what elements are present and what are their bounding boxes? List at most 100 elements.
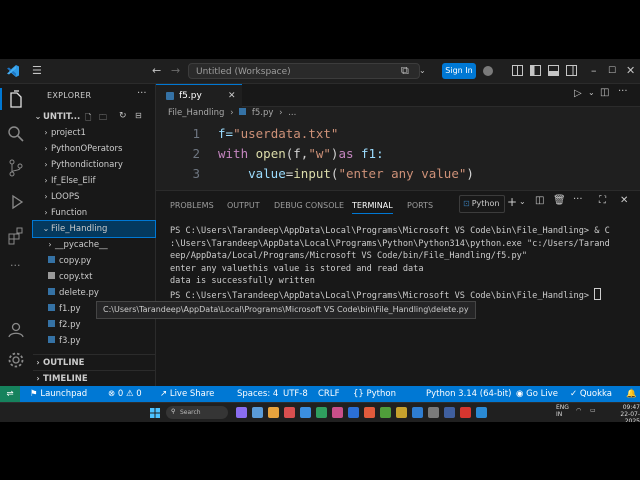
eol-item[interactable]: CRLF	[318, 386, 339, 402]
tree-folder[interactable]: › Function	[33, 205, 155, 221]
toggle-secondary-sidebar-icon[interactable]	[566, 65, 577, 76]
copilot-icon[interactable]: ⧉	[401, 59, 409, 83]
panel-tab-output[interactable]: OUTPUT	[227, 201, 260, 210]
windows-start-icon[interactable]	[150, 408, 160, 418]
code-line[interactable]: 1 f="userdata.txt"	[156, 124, 640, 144]
maximize-panel-icon[interactable]: ⛶	[599, 195, 606, 206]
tree-file[interactable]: delete.py	[33, 285, 155, 301]
network-icon[interactable]: ◠	[576, 407, 581, 414]
tree-file[interactable]: copy.py	[33, 253, 155, 269]
app-icon[interactable]	[396, 407, 407, 418]
notifications-bell-icon[interactable]: 🔔	[626, 386, 637, 402]
app-icon[interactable]	[316, 407, 327, 418]
tree-file[interactable]: f2.py	[33, 317, 155, 333]
toggle-panel-icon[interactable]	[548, 65, 559, 76]
new-terminal-chevron-icon[interactable]: ⌄	[519, 197, 526, 206]
remote-indicator-icon[interactable]: ⇌	[0, 386, 20, 402]
explorer-icon[interactable]	[6, 90, 26, 110]
battery-icon[interactable]: ▭	[590, 407, 596, 414]
language-mode-item[interactable]: {} Python	[353, 386, 396, 402]
quokka-item[interactable]: ✓ Quokka	[570, 386, 612, 402]
tree-folder[interactable]: › LOOPS	[33, 189, 155, 205]
tree-folder[interactable]: › PythonOPerators	[33, 141, 155, 157]
code-line[interactable]: 3 value=input("enter any value")	[156, 164, 640, 184]
chrome-icon[interactable]	[284, 407, 295, 418]
back-arrow-icon[interactable]: ←	[152, 59, 161, 83]
tree-folder[interactable]: ⌄ File_Handling	[32, 220, 156, 238]
refresh-icon[interactable]: ↻	[119, 111, 127, 121]
customize-layout-icon[interactable]	[512, 65, 523, 76]
tree-file[interactable]: f3.py	[33, 333, 155, 349]
breadcrumb-file[interactable]: f5.py	[252, 108, 274, 118]
editor-more-icon[interactable]: ···	[618, 86, 628, 97]
tree-folder[interactable]: › Pythondictionary	[33, 157, 155, 173]
accounts-icon[interactable]	[6, 320, 26, 340]
tree-folder[interactable]: › If_Else_Elif	[33, 173, 155, 189]
source-control-icon[interactable]	[6, 158, 26, 178]
terminal-profile[interactable]: ⊡ Python	[459, 195, 505, 213]
explorer-more-icon[interactable]: ···	[137, 88, 147, 99]
app-icon[interactable]	[332, 407, 343, 418]
tree-file[interactable]: copy.txt	[33, 269, 155, 285]
new-file-icon[interactable]: 🗋	[85, 112, 91, 126]
copilot-chevron-icon[interactable]: ⌄	[419, 59, 426, 83]
app-icon[interactable]	[444, 407, 455, 418]
search-icon[interactable]	[6, 124, 26, 144]
python-interpreter-item[interactable]: Python 3.14 (64-bit)	[426, 386, 511, 402]
app-icon[interactable]	[428, 407, 439, 418]
extensions-icon[interactable]	[6, 226, 26, 246]
app-icon[interactable]	[348, 407, 359, 418]
split-editor-icon[interactable]: ◫	[600, 87, 609, 98]
toggle-primary-sidebar-icon[interactable]	[530, 65, 541, 76]
kill-terminal-icon[interactable]: 🗑	[553, 195, 566, 206]
panel-more-icon[interactable]: ···	[573, 194, 583, 205]
new-terminal-icon[interactable]: +	[507, 195, 517, 209]
breadcrumb-folder[interactable]: File_Handling	[168, 108, 224, 118]
file-explorer-icon[interactable]	[268, 407, 279, 418]
tab-f5[interactable]: f5.py ✕	[156, 84, 242, 107]
edge-icon[interactable]	[300, 407, 311, 418]
live-share-item[interactable]: ↗ Live Share	[160, 386, 214, 402]
maximize-icon[interactable]: ☐	[608, 59, 616, 83]
panel-tab-terminal[interactable]: TERMINAL	[352, 201, 393, 214]
tree-folder[interactable]: › project1	[33, 125, 155, 141]
command-center-search[interactable]: Untitled (Workspace)	[188, 63, 420, 79]
new-folder-icon[interactable]: 🗀	[99, 112, 107, 126]
problems-indicator[interactable]: ⊗ 0 ⚠ 0	[108, 386, 142, 402]
close-tab-icon[interactable]: ✕	[228, 85, 236, 107]
settings-gear-icon[interactable]	[6, 350, 26, 370]
language-indicator[interactable]: ENG IN	[556, 404, 569, 418]
indentation-item[interactable]: Spaces: 4	[237, 386, 278, 402]
encoding-item[interactable]: UTF-8	[283, 386, 308, 402]
close-window-icon[interactable]: ✕	[626, 59, 635, 83]
close-panel-icon[interactable]: ✕	[620, 195, 628, 206]
app-icon[interactable]	[412, 407, 423, 418]
more-views-icon[interactable]: ···	[10, 259, 21, 272]
outline-section[interactable]: › OUTLINE	[33, 354, 155, 371]
collapse-all-icon[interactable]: ⊟	[135, 111, 142, 120]
terminal-output[interactable]: PS C:\Users\Tarandeep\AppData\Local\Prog…	[170, 225, 636, 300]
tree-folder[interactable]: › __pycache__	[33, 237, 155, 253]
breadcrumb-symbol[interactable]: ...	[288, 108, 296, 118]
app-icon[interactable]	[364, 407, 375, 418]
vscode-taskbar-icon[interactable]	[476, 407, 487, 418]
clock[interactable]: 09:47 22-07-2025	[606, 404, 640, 422]
app-icon[interactable]	[380, 407, 391, 418]
panel-tab-problems[interactable]: PROBLEMS	[170, 201, 214, 210]
go-live-item[interactable]: ◉ Go Live	[516, 386, 558, 402]
task-view-icon[interactable]	[236, 407, 247, 418]
run-debug-icon[interactable]	[6, 192, 26, 212]
split-terminal-icon[interactable]: ◫	[535, 195, 544, 206]
panel-tab-debug-console[interactable]: DEBUG CONSOLE	[274, 201, 344, 210]
panel-tab-ports[interactable]: PORTS	[407, 201, 433, 210]
run-file-icon[interactable]: ▷	[574, 88, 582, 99]
app-icon[interactable]	[460, 407, 471, 418]
forward-arrow-icon[interactable]: →	[171, 59, 180, 83]
code-line[interactable]: 2 with open(f,"w")as f1:	[156, 144, 640, 164]
run-chevron-icon[interactable]: ⌄	[588, 88, 595, 97]
widgets-icon[interactable]	[252, 407, 263, 418]
timeline-section[interactable]: › TIMELINE	[33, 370, 155, 387]
taskbar-search[interactable]: ⚲ Search	[166, 406, 228, 419]
menu-hamburger-icon[interactable]: ☰	[32, 59, 42, 83]
sign-in-button[interactable]: Sign In	[442, 63, 476, 79]
